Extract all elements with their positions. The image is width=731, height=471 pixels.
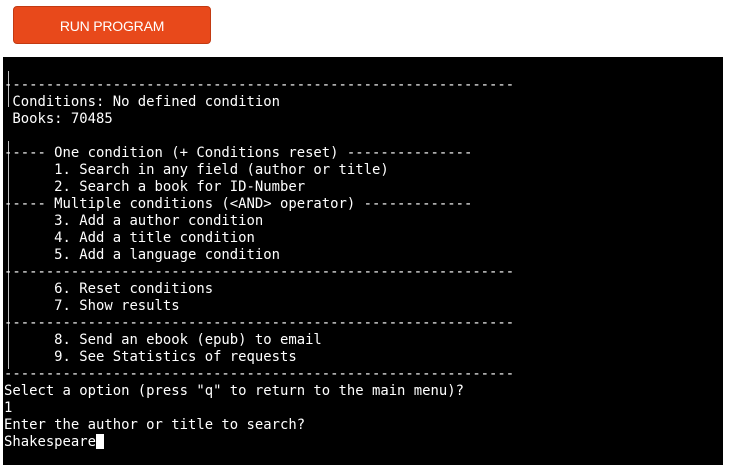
entered-option: 1 bbox=[4, 400, 13, 416]
conditions-status: Conditions: No defined condition bbox=[4, 94, 280, 110]
section-header-one-condition: ----- One condition (+ Conditions reset)… bbox=[4, 145, 473, 161]
menu-option-5: 5. Add a language condition bbox=[4, 247, 280, 263]
text-cursor bbox=[96, 434, 104, 449]
menu-option-7: 7. Show results bbox=[4, 298, 180, 314]
menu-option-3: 3. Add a author condition bbox=[4, 213, 264, 229]
menu-option-6: 6. Reset conditions bbox=[4, 281, 214, 297]
search-input-value[interactable]: Shakespeare bbox=[4, 434, 96, 450]
terminal-input-line[interactable]: Shakespeare bbox=[4, 434, 514, 451]
terminal-output[interactable]: ----------------------------------------… bbox=[3, 57, 723, 465]
menu-option-1: 1. Search in any field (author or title) bbox=[4, 162, 389, 178]
books-count: Books: 70485 bbox=[4, 111, 113, 127]
section-header-multiple-conditions: ----- Multiple conditions (<AND> operato… bbox=[4, 196, 473, 212]
menu-option-9: 9. See Statistics of requests bbox=[4, 349, 297, 365]
run-program-button[interactable]: RUN PROGRAM bbox=[13, 6, 211, 44]
search-prompt: Enter the author or title to search? bbox=[4, 417, 306, 433]
menu-separator: ----------------------------------------… bbox=[4, 366, 515, 382]
menu-option-8: 8. Send an ebook (epub) to email bbox=[4, 332, 322, 348]
menu-separator: ----------------------------------------… bbox=[4, 315, 515, 331]
menu-separator: ----------------------------------------… bbox=[4, 77, 515, 93]
menu-option-4: 4. Add a title condition bbox=[4, 230, 255, 246]
menu-separator: ----------------------------------------… bbox=[4, 264, 515, 280]
option-prompt: Select a option (press "q" to return to … bbox=[4, 383, 464, 399]
terminal-lines: ----------------------------------------… bbox=[4, 77, 514, 451]
menu-option-2: 2. Search a book for ID-Number bbox=[4, 179, 306, 195]
